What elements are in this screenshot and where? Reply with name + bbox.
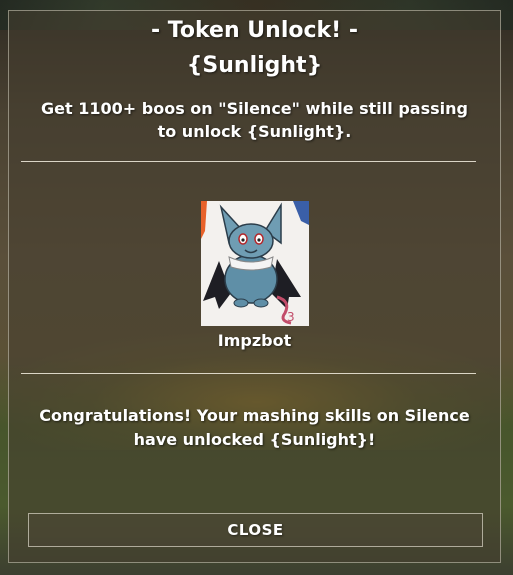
portrait-name: Impzbot — [217, 331, 292, 350]
token-name: {Sunlight} — [186, 53, 323, 78]
svg-text:3: 3 — [287, 310, 295, 324]
dialog-title: - Token Unlock! - — [151, 18, 358, 43]
congratulations-message: Congratulations! Your mashing skills on … — [39, 406, 470, 449]
token-unlock-dialog: - Token Unlock! - {Sunlight} Get 1100+ b… — [8, 10, 501, 563]
unlock-description: Get 1100+ boos on "Silence" while still … — [41, 99, 468, 141]
top-divider — [21, 161, 476, 162]
impzbot-portrait-image: 3 — [201, 201, 309, 326]
bottom-divider — [21, 373, 476, 374]
close-button[interactable]: CLOSE — [28, 513, 483, 547]
